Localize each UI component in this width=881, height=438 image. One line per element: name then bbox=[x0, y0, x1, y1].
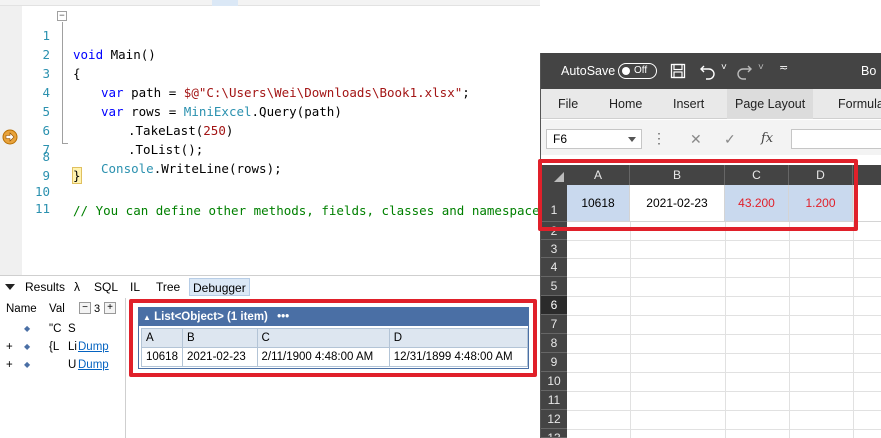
expand-button[interactable]: + bbox=[104, 302, 116, 314]
expand-toggle[interactable]: + bbox=[6, 356, 13, 374]
collapse-triangle-icon[interactable] bbox=[5, 284, 15, 290]
highlight-box-excel bbox=[538, 159, 858, 231]
locals-col-value: Val bbox=[49, 303, 65, 315]
undo-icon[interactable] bbox=[699, 62, 717, 80]
locals-type: S bbox=[68, 323, 76, 335]
tab-results[interactable]: Results bbox=[22, 278, 68, 296]
grid-line bbox=[567, 429, 881, 430]
code-line-8[interactable]: 8 } bbox=[0, 128, 540, 184]
locals-row[interactable]: + ◆ U Dump bbox=[0, 356, 126, 374]
tab-page-layout[interactable]: Page Layout bbox=[727, 89, 814, 119]
tab-lambda[interactable]: λ bbox=[71, 278, 83, 296]
tab-home[interactable]: Home bbox=[609, 89, 642, 119]
more-options-icon[interactable]: ⋮ bbox=[652, 130, 666, 147]
code-line-3[interactable]: 3 var path = $@"C:\Users\Wei\Downloads\B… bbox=[0, 45, 540, 100]
grid-line bbox=[567, 372, 881, 373]
undo-dropdown-icon[interactable]: ˅ bbox=[721, 62, 727, 73]
enter-check-icon[interactable]: ✓ bbox=[724, 131, 736, 148]
tab-il[interactable]: IL bbox=[127, 278, 143, 296]
code-line-2[interactable]: 2 { bbox=[0, 26, 540, 81]
window-title: Bo bbox=[861, 64, 877, 78]
autosave-label: AutoSave bbox=[561, 64, 616, 78]
redo-icon[interactable] bbox=[735, 62, 753, 80]
depth-value: 3 bbox=[94, 303, 101, 315]
code-line-1[interactable]: 1 void Main() bbox=[0, 7, 540, 62]
locals-col-name: Name bbox=[6, 303, 37, 315]
locals-row[interactable]: ◆ "C S bbox=[0, 320, 126, 338]
editor-tab[interactable] bbox=[212, 0, 238, 6]
row-header-8[interactable]: 8 bbox=[541, 334, 567, 353]
field-icon: ◆ bbox=[24, 342, 31, 351]
expand-toggle[interactable]: + bbox=[6, 338, 13, 356]
grid-line bbox=[567, 353, 881, 354]
ribbon-tabs: File Home Insert Page Layout Formula bbox=[541, 89, 881, 119]
editor-tab-strip bbox=[0, 0, 540, 6]
row-header-9[interactable]: 9 bbox=[541, 353, 567, 372]
row-header-10[interactable]: 10 bbox=[541, 372, 567, 391]
highlight-box-dump bbox=[129, 299, 537, 377]
name-box[interactable]: F6 bbox=[546, 129, 642, 149]
cancel-icon[interactable]: ✕ bbox=[690, 131, 702, 148]
toggle-knob bbox=[622, 67, 630, 75]
formula-bar: F6 ⋮ ✕ ✓ fx bbox=[541, 120, 881, 155]
locals-window: Name Val − 3 + ◆ "C S + ◆ {L Li Dump + ◆… bbox=[0, 298, 126, 438]
insert-function-icon[interactable]: fx bbox=[761, 131, 773, 146]
collapse-button[interactable]: − bbox=[79, 302, 91, 314]
grid-line bbox=[567, 240, 881, 241]
code-line-11[interactable]: 11 bbox=[0, 180, 540, 216]
toggle-label: Off bbox=[634, 65, 648, 76]
tab-insert[interactable]: Insert bbox=[673, 89, 704, 119]
dump-link[interactable]: Dump bbox=[78, 356, 109, 374]
tab-tree[interactable]: Tree bbox=[153, 278, 183, 296]
grid-line bbox=[567, 277, 881, 278]
grid-line bbox=[567, 410, 881, 411]
grid-line bbox=[567, 391, 881, 392]
code-line-5[interactable]: 5 .TakeLast(250) bbox=[0, 83, 540, 138]
formula-input[interactable] bbox=[791, 129, 881, 149]
locals-value: "C bbox=[49, 323, 62, 335]
line-number: 11 bbox=[34, 201, 50, 216]
tab-file[interactable]: File bbox=[558, 89, 578, 119]
tab-formulas[interactable]: Formula bbox=[838, 89, 881, 119]
autosave-toggle[interactable]: Off bbox=[618, 63, 657, 79]
grid-line bbox=[567, 315, 881, 316]
code-comment: // You can define other methods, fields,… bbox=[73, 203, 563, 218]
chevron-down-icon[interactable] bbox=[628, 137, 636, 142]
row-header-7[interactable]: 7 bbox=[541, 315, 567, 334]
locals-row[interactable]: + ◆ {L Li Dump bbox=[0, 338, 126, 356]
code-line-6[interactable]: 6 .ToList(); bbox=[0, 102, 540, 157]
code-editor[interactable]: − 1 void Main() 2 { 3 var path = $@"C:\U… bbox=[0, 0, 562, 275]
field-icon: ◆ bbox=[24, 324, 31, 333]
grid-line bbox=[567, 296, 881, 297]
code-line-4[interactable]: 4 var rows = MiniExcel.Query(path) bbox=[0, 64, 540, 119]
row-header-4[interactable]: 4 bbox=[541, 258, 567, 277]
row-header-3[interactable]: 3 bbox=[541, 240, 567, 258]
row-header-12[interactable]: 12 bbox=[541, 410, 567, 429]
row-header-5[interactable]: 5 bbox=[541, 277, 567, 296]
tab-sql[interactable]: SQL bbox=[91, 278, 121, 296]
tab-debugger[interactable]: Debugger bbox=[189, 278, 250, 296]
excel-window: AutoSave Off ˅ ˅ ≂ Bo File Home Insert P… bbox=[540, 53, 881, 438]
row-header-6[interactable]: 6 bbox=[541, 296, 567, 315]
results-tab-bar: Results λ SQL IL Tree Debugger bbox=[0, 276, 540, 298]
grid-line bbox=[567, 258, 881, 259]
locals-type: Li bbox=[68, 341, 77, 353]
excel-titlebar: AutoSave Off ˅ ˅ ≂ Bo bbox=[541, 53, 881, 89]
dump-link[interactable]: Dump bbox=[78, 338, 109, 356]
redo-dropdown-icon[interactable]: ˅ bbox=[758, 62, 764, 73]
row-header-11[interactable]: 11 bbox=[541, 391, 567, 410]
field-icon: ◆ bbox=[24, 360, 31, 369]
save-icon[interactable] bbox=[670, 63, 686, 79]
grid-line bbox=[567, 334, 881, 335]
locals-type: U bbox=[68, 359, 77, 371]
name-box-value: F6 bbox=[553, 132, 568, 146]
row-header-13[interactable]: 13 bbox=[541, 429, 567, 438]
locals-value: {L bbox=[49, 341, 60, 353]
customize-qat-icon[interactable]: ≂ bbox=[779, 61, 788, 74]
